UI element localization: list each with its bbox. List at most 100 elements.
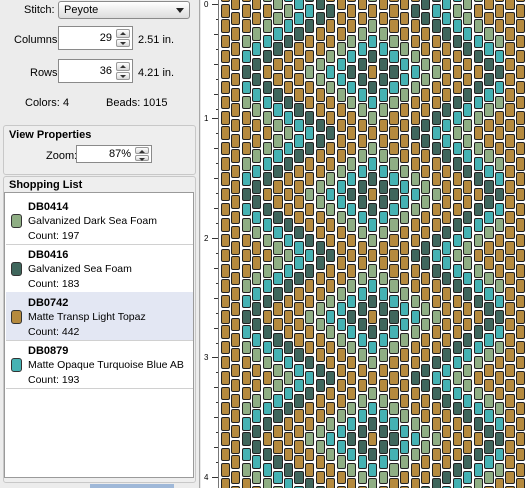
- bead-grid[interactable]: [220, 0, 530, 488]
- bead[interactable]: [494, 325, 505, 339]
- bead[interactable]: [241, 0, 251, 3]
- bead[interactable]: [347, 34, 357, 49]
- bead[interactable]: [305, 355, 315, 370]
- bead[interactable]: [305, 386, 315, 401]
- bead[interactable]: [410, 218, 420, 232]
- bead[interactable]: [505, 470, 515, 485]
- bead[interactable]: [494, 65, 505, 79]
- bead[interactable]: [410, 417, 420, 431]
- bead[interactable]: [516, 264, 526, 278]
- bead[interactable]: [273, 424, 283, 439]
- bead[interactable]: [273, 287, 283, 301]
- bead[interactable]: [399, 317, 410, 332]
- bead[interactable]: [473, 4, 483, 18]
- bead[interactable]: [315, 287, 325, 301]
- bead[interactable]: [315, 302, 325, 316]
- bead[interactable]: [378, 149, 389, 163]
- bead[interactable]: [473, 386, 483, 401]
- bead[interactable]: [484, 164, 494, 179]
- bead[interactable]: [305, 157, 315, 171]
- bead[interactable]: [241, 325, 251, 339]
- bead[interactable]: [315, 225, 325, 240]
- bead[interactable]: [262, 65, 272, 79]
- bead[interactable]: [326, 187, 336, 202]
- bead[interactable]: [431, 325, 441, 339]
- bead[interactable]: [220, 355, 230, 370]
- bead[interactable]: [516, 325, 526, 339]
- bead[interactable]: [505, 455, 515, 469]
- bead[interactable]: [283, 202, 294, 217]
- bead[interactable]: [452, 371, 462, 385]
- bead[interactable]: [231, 348, 241, 362]
- bead[interactable]: [378, 210, 389, 225]
- bead[interactable]: [283, 141, 294, 156]
- bead[interactable]: [516, 111, 526, 125]
- bead[interactable]: [431, 19, 441, 33]
- bead[interactable]: [336, 134, 346, 148]
- bead[interactable]: [431, 233, 441, 248]
- bead[interactable]: [484, 302, 494, 316]
- bead[interactable]: [410, 49, 420, 64]
- bead[interactable]: [241, 279, 251, 293]
- bead[interactable]: [283, 248, 294, 263]
- bead[interactable]: [326, 34, 336, 49]
- bead[interactable]: [326, 340, 336, 355]
- bead[interactable]: [262, 111, 272, 125]
- bead[interactable]: [399, 241, 410, 255]
- bead[interactable]: [421, 256, 431, 271]
- bead[interactable]: [305, 111, 315, 125]
- bead[interactable]: [305, 172, 315, 186]
- bead[interactable]: [294, 348, 304, 362]
- bead[interactable]: [378, 287, 389, 301]
- bead[interactable]: [505, 210, 515, 225]
- bead[interactable]: [378, 42, 389, 56]
- bead[interactable]: [294, 42, 304, 56]
- bead[interactable]: [421, 134, 431, 148]
- bead[interactable]: [442, 440, 452, 454]
- bead[interactable]: [336, 317, 346, 332]
- bead[interactable]: [283, 218, 294, 232]
- bead[interactable]: [431, 432, 441, 446]
- bead[interactable]: [368, 218, 378, 232]
- bead[interactable]: [516, 233, 526, 248]
- bead[interactable]: [305, 264, 315, 278]
- bead[interactable]: [505, 0, 515, 10]
- bead[interactable]: [421, 72, 431, 87]
- bead[interactable]: [336, 42, 346, 56]
- bead[interactable]: [494, 0, 505, 3]
- bead[interactable]: [368, 264, 378, 278]
- bead[interactable]: [431, 386, 441, 401]
- bead[interactable]: [357, 0, 367, 10]
- bead[interactable]: [431, 478, 441, 488]
- bead[interactable]: [494, 202, 505, 217]
- bead[interactable]: [357, 42, 367, 56]
- bead[interactable]: [389, 401, 399, 416]
- bead[interactable]: [283, 386, 294, 401]
- bead[interactable]: [399, 470, 410, 485]
- bead[interactable]: [484, 440, 494, 454]
- bead[interactable]: [484, 256, 494, 271]
- bead[interactable]: [410, 463, 420, 477]
- bead[interactable]: [326, 401, 336, 416]
- bead[interactable]: [463, 88, 473, 102]
- bead[interactable]: [484, 332, 494, 347]
- bead[interactable]: [231, 88, 241, 102]
- bead[interactable]: [273, 164, 283, 179]
- bead[interactable]: [283, 264, 294, 278]
- bead[interactable]: [463, 149, 473, 163]
- bead[interactable]: [231, 332, 241, 347]
- bead[interactable]: [315, 332, 325, 347]
- bead[interactable]: [368, 233, 378, 248]
- bead[interactable]: [294, 134, 304, 148]
- bead[interactable]: [484, 241, 494, 255]
- bead[interactable]: [262, 325, 272, 339]
- bead[interactable]: [273, 42, 283, 56]
- bead[interactable]: [452, 325, 462, 339]
- bead[interactable]: [220, 187, 230, 202]
- bead[interactable]: [494, 310, 505, 324]
- bead[interactable]: [326, 95, 336, 110]
- bead[interactable]: [516, 355, 526, 370]
- bead[interactable]: [442, 118, 452, 133]
- bead[interactable]: [452, 202, 462, 217]
- bead[interactable]: [357, 149, 367, 163]
